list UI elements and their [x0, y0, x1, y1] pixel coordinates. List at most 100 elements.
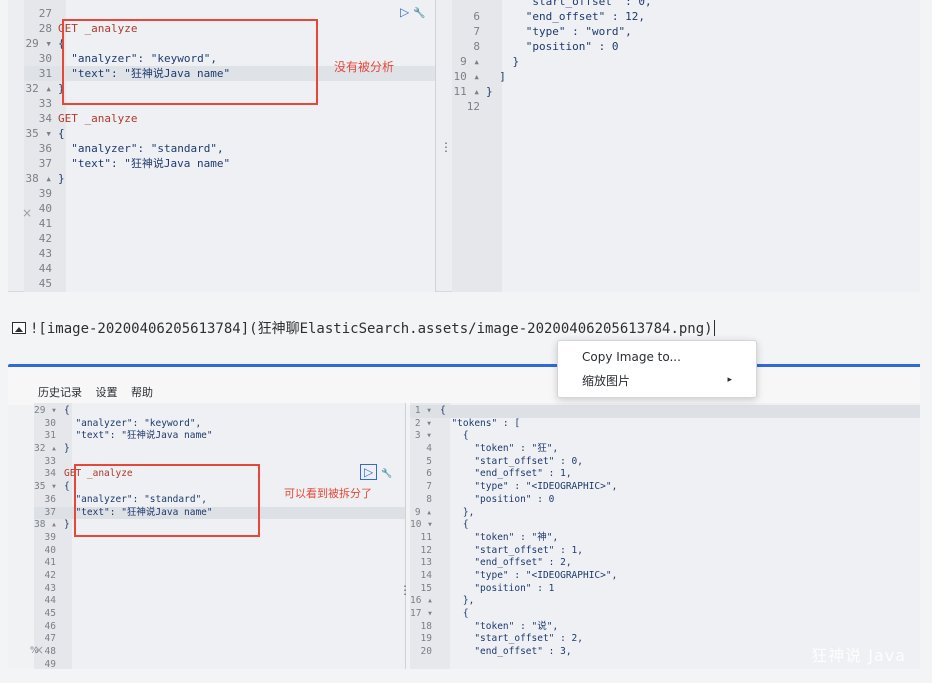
code-line[interactable]: 11 ▴}	[452, 84, 920, 99]
top-request-pane[interactable]: 27 28 GET _analyze 29 ▾ {30 "analyzer": "key…	[24, 0, 436, 292]
code-line[interactable]: 8 "position" : 0	[452, 39, 920, 54]
code-line[interactable]: 8 "position" : 0	[410, 494, 920, 507]
line-text[interactable]: "type" : "<IDEOGRAPHIC>",	[440, 570, 617, 581]
code-line[interactable]: 46	[34, 621, 405, 634]
top-request-code[interactable]: 27 28 GET _analyze 29 ▾ {30 "analyzer": "key…	[24, 6, 435, 291]
code-line[interactable]: 37 "text": "狂神说Java name"	[24, 156, 435, 171]
code-line[interactable]: 44	[34, 595, 405, 608]
code-line[interactable]: 42	[24, 231, 435, 246]
line-text[interactable]: "end_offset" : 3,	[440, 646, 571, 657]
code-line[interactable]: 5 "start_offset" : 0,	[410, 456, 920, 469]
line-text[interactable]: "analyzer": "standard",	[64, 494, 207, 505]
line-text[interactable]: {	[58, 127, 65, 140]
line-text[interactable]: "analyzer": "keyword",	[64, 418, 201, 429]
line-text[interactable]: }	[486, 85, 493, 98]
code-line[interactable]: 37 "text": "狂神说Java name"	[34, 506, 405, 520]
line-text[interactable]: "text": "狂神说Java name"	[58, 67, 230, 80]
markdown-image-text[interactable]: ![image-20200406205613784](狂神聊ElasticSea…	[30, 321, 713, 337]
line-text[interactable]: },	[440, 507, 474, 518]
line-text[interactable]: "start_offset" : 0,	[486, 0, 652, 8]
code-line[interactable]: 47	[34, 633, 405, 646]
line-text[interactable]: "token" : "神",	[440, 532, 558, 543]
code-line[interactable]: 6 "end_offset" : 1,	[410, 468, 920, 481]
code-line[interactable]: 41	[34, 557, 405, 570]
code-line[interactable]: 13 "end_offset" : 2,	[410, 557, 920, 570]
line-text[interactable]: "position" : 0	[440, 494, 554, 505]
code-line[interactable]: 10 ▴ ]	[452, 69, 920, 84]
line-text[interactable]: GET _analyze	[64, 468, 133, 479]
code-line[interactable]: 40	[34, 545, 405, 558]
close-icon[interactable]: ×	[22, 206, 32, 220]
code-line[interactable]: 9 ▴ }	[452, 54, 920, 69]
code-line[interactable]: 18 "token" : "说",	[410, 621, 920, 634]
code-line[interactable]: 43	[34, 583, 405, 596]
line-text[interactable]: },	[440, 595, 474, 606]
menu-help[interactable]: 帮助	[131, 386, 153, 399]
line-text[interactable]: "start_offset" : 0,	[440, 456, 583, 467]
code-line[interactable]: 12	[452, 99, 920, 114]
bottom-request-pane[interactable]: 29 ▾{30 "analyzer": "keyword", 31 "text":…	[34, 403, 406, 671]
line-text[interactable]: "token" : "狂",	[440, 443, 558, 454]
code-line[interactable]: 44	[24, 261, 435, 276]
code-line[interactable]: 34 GET _analyze	[24, 111, 435, 126]
code-line[interactable]: 39	[34, 532, 405, 545]
line-text[interactable]: {	[58, 37, 65, 50]
menu-settings[interactable]: 设置	[96, 386, 118, 399]
code-line[interactable]: 2 ▾ "tokens" : [	[410, 418, 920, 431]
code-line[interactable]: 45	[24, 276, 435, 291]
code-line[interactable]: "start_offset" : 0,	[452, 0, 920, 9]
line-text[interactable]: "analyzer": "standard",	[58, 142, 223, 155]
code-line[interactable]: 43	[24, 246, 435, 261]
play-icon[interactable]: ▷	[400, 5, 409, 19]
wrench-icon[interactable]: 🔧	[413, 8, 425, 19]
line-text[interactable]: }	[64, 519, 70, 530]
code-line[interactable]: 36 "analyzer": "standard",	[24, 141, 435, 156]
code-line[interactable]: 35 ▾ {	[24, 126, 435, 141]
play-icon[interactable]: ▷	[360, 464, 378, 480]
line-text[interactable]: }	[486, 55, 519, 68]
code-line[interactable]: 10 ▾ {	[410, 519, 920, 532]
code-line[interactable]: 29 ▾ {	[24, 36, 435, 51]
pane-resize-handle[interactable]: ⋮	[440, 140, 452, 154]
code-line[interactable]: 27	[24, 6, 435, 21]
line-text[interactable]: "tokens" : [	[440, 418, 520, 429]
line-text[interactable]: "end_offset" : 12,	[486, 10, 645, 23]
line-text[interactable]: "analyzer": "keyword",	[58, 52, 217, 65]
line-text[interactable]: "type" : "<IDEOGRAPHIC>",	[440, 481, 617, 492]
line-text[interactable]: "end_offset" : 2,	[440, 557, 571, 568]
line-text[interactable]: {	[440, 608, 469, 619]
code-line[interactable]: 17 ▾ {	[410, 608, 920, 621]
line-text[interactable]: }	[58, 82, 65, 95]
code-line[interactable]: 7 "type" : "<IDEOGRAPHIC>",	[410, 481, 920, 494]
top-run-controls[interactable]: ▷ 🔧	[400, 5, 426, 19]
line-text[interactable]: "end_offset" : 1,	[440, 468, 571, 479]
markdown-image-line[interactable]: ![image-20200406205613784](狂神聊ElasticSea…	[12, 318, 715, 338]
line-text[interactable]: "position" : 1	[440, 583, 554, 594]
code-line[interactable]: 42	[34, 570, 405, 583]
code-line[interactable]: 3 ▾ {	[410, 430, 920, 443]
bottom-request-code[interactable]: 29 ▾{30 "analyzer": "keyword", 31 "text":…	[34, 405, 405, 671]
code-line[interactable]: 1 ▾ {	[410, 405, 920, 418]
code-line[interactable]: 14 "type" : "<IDEOGRAPHIC>",	[410, 570, 920, 583]
line-text[interactable]: "text": "狂神说Java name"	[64, 507, 212, 518]
code-line[interactable]: 33	[24, 96, 435, 111]
bottom-run-controls[interactable]: ▷ 🔧	[360, 464, 392, 480]
code-line[interactable]: 48	[34, 646, 405, 659]
line-text[interactable]: GET _analyze	[58, 22, 137, 35]
code-line[interactable]: 16 ▴ },	[410, 595, 920, 608]
line-text[interactable]: {	[440, 405, 446, 416]
menu-item-copy-image[interactable]: Copy Image to...	[582, 347, 681, 367]
code-line[interactable]: 4 "token" : "狂",	[410, 443, 920, 456]
code-line[interactable]: 34 GET _analyze	[34, 468, 405, 481]
line-text[interactable]: "start_offset" : 2,	[440, 633, 583, 644]
line-text[interactable]: "text": "狂神说Java name"	[58, 157, 230, 170]
code-line[interactable]: 32 ▴}	[34, 443, 405, 456]
code-line[interactable]: 29 ▾ {	[34, 405, 405, 418]
line-text[interactable]: }	[64, 443, 70, 454]
line-text[interactable]: "type" : "word",	[486, 25, 632, 38]
code-line[interactable]: 40	[24, 201, 435, 216]
line-text[interactable]: "token" : "说",	[440, 621, 558, 632]
code-line[interactable]: 12 "start_offset" : 1,	[410, 545, 920, 558]
menu-history[interactable]: 历史记录	[38, 386, 82, 399]
code-line[interactable]: 38 ▴}	[34, 519, 405, 532]
